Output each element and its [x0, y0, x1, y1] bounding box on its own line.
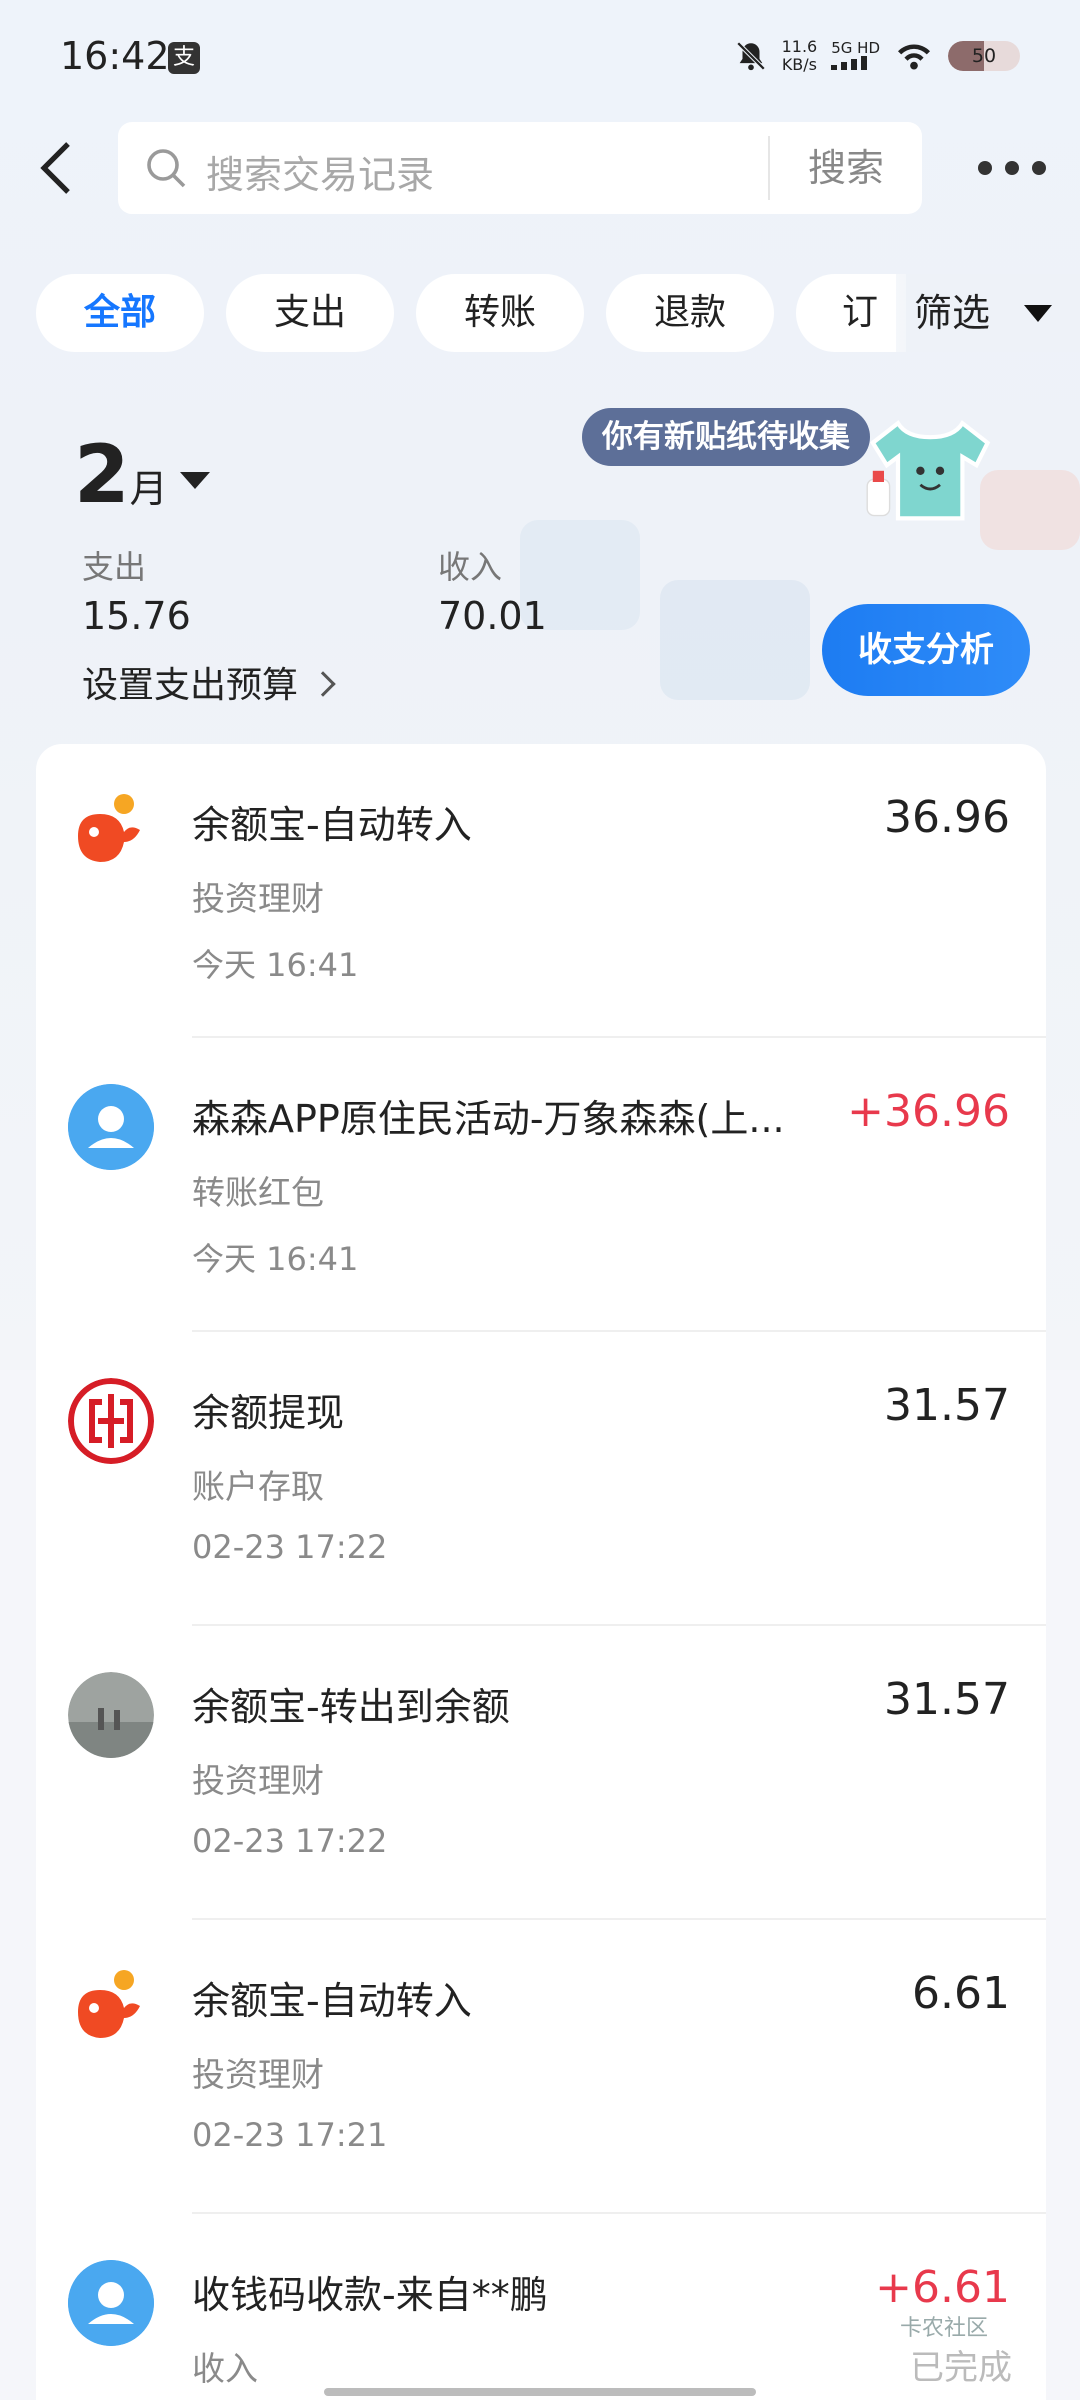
- transaction-title: 余额宝-自动转入: [192, 803, 472, 847]
- status-bar: 16:42 支 11.6 KB/s 5G HD 50: [0, 0, 1080, 118]
- search-input[interactable]: 搜索交易记录: [206, 144, 434, 199]
- net-speed-unit: KB/s: [781, 55, 818, 74]
- tab-order[interactable]: 订单: [796, 274, 906, 352]
- transaction-category: 投资理财: [192, 1761, 324, 1800]
- month-unit: 月: [129, 467, 168, 511]
- watermark-logo-text: 卡农社区: [900, 2316, 989, 2341]
- transaction-amount: 36.96: [884, 792, 1010, 843]
- more-dot: [1032, 161, 1046, 175]
- signal-label: 5G HD: [831, 38, 880, 57]
- transaction-time: 今天 16:41: [192, 1240, 359, 1278]
- transaction-list: 余额宝-自动转入 投资理财 今天 16:41 36.96 森森APP原住民活动-…: [36, 744, 1046, 2400]
- transaction-amount: +36.96: [847, 1086, 1010, 1137]
- more-options-icon[interactable]: [978, 152, 1046, 184]
- status-time: 16:42: [60, 34, 170, 78]
- filter-label: 筛选: [914, 291, 991, 335]
- filter-button[interactable]: 筛选: [896, 274, 1080, 352]
- photo-avatar-icon: [68, 1672, 154, 1758]
- status-icons: 11.6 KB/s 5G HD 50: [734, 38, 1020, 74]
- transaction-amount: 6.61: [912, 1968, 1010, 2019]
- transaction-title: 余额宝-转出到余额: [192, 1685, 510, 1729]
- month-number: 2: [74, 428, 130, 521]
- tshirt-sticker-icon[interactable]: [856, 398, 996, 538]
- transaction-category: 投资理财: [192, 879, 324, 918]
- back-icon[interactable]: [36, 140, 76, 196]
- transaction-row[interactable]: 余额宝-转出到余额 投资理财 02-23 17:22 31.57: [36, 1626, 1046, 1920]
- tab-expense[interactable]: 支出: [226, 274, 394, 352]
- filter-tabs: 全部 支出 转账 退款 订单 筛选: [0, 274, 1080, 354]
- user-avatar-icon: [68, 1084, 154, 1170]
- signal-bars-icon: [831, 55, 868, 70]
- decoration-block: [660, 580, 810, 700]
- home-indicator[interactable]: [324, 2388, 756, 2396]
- transaction-time: 02-23 17:22: [192, 1528, 388, 1566]
- transaction-amount: +6.61: [875, 2262, 1010, 2313]
- transaction-row[interactable]: 森森APP原住民活动-万象森森(上... 转账红包 今天 16:41 +36.9…: [36, 1038, 1046, 1332]
- net-speed-value: 11.6: [781, 37, 818, 56]
- yuebao-icon: [78, 1970, 140, 2038]
- transaction-title: 收钱码收款-来自**鹏: [192, 2273, 548, 2317]
- wifi-icon: [898, 44, 930, 70]
- more-dot: [978, 161, 992, 175]
- caret-down-icon: [1024, 305, 1052, 322]
- search-button[interactable]: 搜索: [770, 122, 922, 214]
- income-value: 70.01: [438, 594, 547, 638]
- transaction-category: 收入: [192, 2349, 258, 2388]
- caret-down-icon: [179, 471, 210, 489]
- transaction-title: 森森APP原住民活动-万象森森(上...: [192, 1097, 785, 1141]
- transaction-amount: 31.57: [884, 1674, 1010, 1725]
- tab-refund[interactable]: 退款: [606, 274, 774, 352]
- income-label: 收入: [438, 548, 503, 586]
- tab-transfer[interactable]: 转账: [416, 274, 584, 352]
- transaction-time: 今天 16:41: [192, 946, 359, 984]
- transaction-category: 投资理财: [192, 2055, 324, 2094]
- tab-all[interactable]: 全部: [36, 274, 204, 352]
- battery-level: 50: [971, 45, 997, 67]
- alipay-notification-icon: 支: [168, 42, 200, 74]
- expense-label: 支出: [82, 548, 147, 586]
- transaction-category: 账户存取: [192, 1467, 324, 1506]
- search-icon: [147, 149, 186, 188]
- transaction-title: 余额宝-自动转入: [192, 1979, 472, 2023]
- net-speed: 11.6 KB/s: [782, 38, 818, 74]
- chevron-right-icon: [310, 671, 336, 697]
- transaction-row[interactable]: 收钱码收款-来自**鹏 收入 +6.61: [36, 2214, 1046, 2400]
- more-dot: [1005, 161, 1019, 175]
- transaction-amount: 31.57: [884, 1380, 1010, 1431]
- signal-icon: 5G HD: [831, 40, 880, 73]
- watermark-status-text: 已完成: [910, 2348, 1012, 2388]
- search-bar[interactable]: 搜索交易记录 搜索: [118, 122, 922, 214]
- budget-label: 设置支出预算: [82, 665, 299, 706]
- transaction-time: 02-23 17:22: [192, 1822, 388, 1860]
- sticker-tip[interactable]: 你有新贴纸待收集: [582, 408, 870, 466]
- transaction-row[interactable]: 余额提现 账户存取 02-23 17:22 31.57: [36, 1332, 1046, 1626]
- expense-value: 15.76: [82, 594, 191, 638]
- bell-muted-icon: [736, 41, 765, 71]
- user-avatar-icon: [68, 2260, 154, 2346]
- yuebao-icon: [78, 794, 140, 862]
- icbc-bank-icon: [68, 1378, 154, 1464]
- transaction-title: 余额提现: [192, 1391, 345, 1435]
- month-selector[interactable]: 2月: [74, 430, 210, 534]
- transaction-row[interactable]: 余额宝-自动转入 投资理财 02-23 17:21 6.61: [36, 1920, 1046, 2214]
- income-expense-analysis-button[interactable]: 收支分析: [822, 604, 1030, 696]
- set-budget-link[interactable]: 设置支出预算: [82, 656, 336, 708]
- transaction-category: 转账红包: [192, 1173, 324, 1212]
- transaction-row[interactable]: 余额宝-自动转入 投资理财 今天 16:41 36.96: [36, 744, 1046, 1038]
- transaction-time: 02-23 17:21: [192, 2116, 388, 2154]
- battery-icon: 50: [948, 41, 1020, 71]
